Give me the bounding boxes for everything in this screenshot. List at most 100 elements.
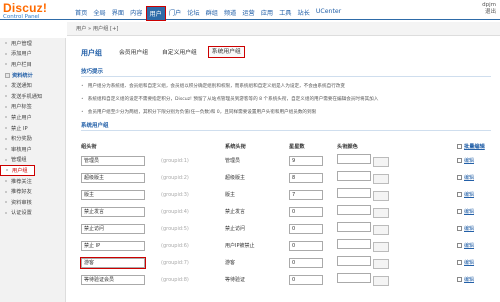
color-picker-button[interactable] — [373, 174, 389, 185]
top-nav-item[interactable]: 群组 — [203, 6, 221, 21]
title-color-input[interactable] — [337, 238, 371, 249]
stars-input[interactable]: 7 — [289, 189, 323, 200]
bullet-icon — [5, 116, 7, 119]
sidebar-item[interactable]: 添加用户 — [0, 49, 65, 60]
tab-system-groups[interactable]: 系统用户组 — [207, 46, 245, 58]
sidebar-item[interactable]: 管理组 — [0, 155, 65, 166]
col-spacer — [415, 140, 457, 152]
stars-input[interactable]: 8 — [289, 172, 323, 183]
row-checkbox[interactable] — [457, 192, 462, 197]
title-color-input[interactable] — [337, 170, 371, 181]
title-color-input[interactable] — [337, 255, 371, 266]
sidebar-item[interactable]: 用户栏目 — [0, 59, 65, 70]
color-picker-button[interactable] — [373, 191, 389, 202]
stars-input[interactable]: 0 — [289, 206, 323, 217]
batch-edit-checkbox[interactable] — [457, 143, 462, 149]
sidebar-item[interactable]: 推荐关注 — [0, 176, 65, 187]
sidebar-item[interactable]: 积分奖励 — [0, 133, 65, 144]
sidebar-item[interactable]: 发送手机通知 — [0, 91, 65, 102]
system-title: 用户IP被禁止 — [225, 243, 255, 249]
row-checkbox[interactable] — [457, 209, 462, 214]
edit-link[interactable]: 编辑 — [464, 158, 474, 164]
sidebar-item[interactable]: 禁止用户 — [0, 112, 65, 123]
group-title-input[interactable]: 超级版主 — [81, 172, 145, 183]
top-nav-item[interactable]: 界面 — [109, 6, 127, 21]
group-title-input[interactable]: 禁止发言 — [81, 206, 145, 217]
user-name[interactable]: dpjm — [482, 2, 496, 9]
stars-input[interactable]: 9 — [289, 155, 323, 166]
color-picker-button[interactable] — [373, 242, 389, 253]
edit-link[interactable]: 编辑 — [464, 192, 474, 198]
bullet-icon — [5, 148, 7, 151]
group-id: (groupid:8) — [161, 276, 189, 283]
group-title-input[interactable]: 等待验证会员 — [81, 274, 145, 285]
sidebar-item[interactable]: 资料审核 — [0, 197, 65, 208]
row-checkbox[interactable] — [457, 175, 462, 180]
color-picker-button[interactable] — [373, 225, 389, 236]
top-nav-item[interactable]: 用户 — [145, 6, 166, 21]
tab-custom-groups[interactable]: 自定义用户组 — [159, 48, 200, 58]
top-nav-item[interactable]: 内容 — [127, 6, 145, 21]
title-color-input[interactable] — [337, 272, 371, 283]
row-checkbox[interactable] — [457, 277, 462, 282]
bullet-icon — [5, 211, 7, 214]
batch-edit-link[interactable]: 批量编辑 — [464, 144, 485, 150]
group-title-input[interactable]: 禁止访问 — [81, 223, 145, 234]
sidebar-item-label: 用户管理 — [11, 40, 32, 47]
sidebar-item[interactable]: 推荐好友 — [0, 186, 65, 197]
row-checkbox[interactable] — [457, 260, 462, 265]
bullet-icon — [5, 158, 7, 161]
stars-input[interactable]: 0 — [289, 274, 323, 285]
group-title-input[interactable]: 管理员 — [81, 155, 145, 166]
title-color-input[interactable] — [337, 204, 371, 215]
sidebar-item[interactable]: 审核用户 — [0, 144, 65, 155]
sidebar-item[interactable]: 用户组 — [0, 165, 35, 176]
title-color-input[interactable] — [337, 153, 371, 164]
sidebar-item[interactable]: 认证设置 — [0, 208, 65, 219]
sidebar: 用户管理添加用户 用户栏目 资料统计 发送通知 发送手机通知用户标签 禁止用户 禁止 IP 积… — [0, 38, 66, 302]
top-nav-item[interactable]: 全局 — [90, 6, 108, 21]
title-color-input[interactable] — [337, 221, 371, 232]
group-title-input[interactable]: 版主 — [81, 189, 145, 200]
edit-link[interactable]: 编辑 — [464, 277, 474, 283]
row-checkbox[interactable] — [457, 226, 462, 231]
sidebar-item[interactable]: 发送通知 — [0, 80, 65, 91]
edit-link[interactable]: 编辑 — [464, 243, 474, 249]
edit-link[interactable]: 编辑 — [464, 260, 474, 266]
title-color-input[interactable] — [337, 187, 371, 198]
bullet-icon — [5, 63, 7, 66]
top-nav-item[interactable]: 首页 — [72, 6, 90, 21]
edit-link[interactable]: 编辑 — [464, 226, 474, 232]
tab-member-groups[interactable]: 会员用户组 — [116, 48, 151, 58]
row-checkbox[interactable] — [457, 243, 462, 248]
user-area: dpjm 退出 — [482, 2, 496, 16]
color-picker-button[interactable] — [373, 276, 389, 287]
sidebar-item-label: 用户标签 — [11, 104, 32, 111]
stars-input[interactable]: 0 — [289, 223, 323, 234]
sidebar-item[interactable]: 资料统计 — [0, 70, 65, 81]
group-title-input[interactable]: 禁止 IP — [81, 240, 145, 251]
row-checkbox[interactable] — [457, 158, 462, 163]
edit-link[interactable]: 编辑 — [464, 175, 474, 181]
stars-input[interactable]: 0 — [289, 257, 323, 268]
edit-link[interactable]: 编辑 — [464, 209, 474, 215]
top-nav-item[interactable]: UCenter — [313, 6, 344, 21]
sidebar-item[interactable]: 用户管理 — [0, 38, 65, 49]
sidebar-item-label: 审核用户 — [11, 146, 32, 153]
top-nav-item[interactable]: 工具 — [276, 6, 294, 21]
color-picker-button[interactable] — [373, 208, 389, 219]
system-title: 版主 — [225, 192, 236, 198]
top-nav-item[interactable]: 频道 — [221, 6, 239, 21]
sidebar-item[interactable]: 用户标签 — [0, 102, 65, 113]
sidebar-item[interactable]: 禁止 IP — [0, 123, 65, 134]
stars-input[interactable]: 0 — [289, 240, 323, 251]
top-nav-item[interactable]: 应用 — [258, 6, 276, 21]
logout-link[interactable]: 退出 — [482, 9, 496, 16]
top-nav-item[interactable]: 论坛 — [184, 6, 202, 21]
top-nav-item[interactable]: 站长 — [295, 6, 313, 21]
top-nav-item[interactable]: 运营 — [239, 6, 257, 21]
color-picker-button[interactable] — [373, 259, 389, 270]
group-title-input[interactable]: 游客 — [80, 256, 146, 269]
top-nav-item[interactable]: 门户 — [166, 6, 184, 21]
color-picker-button[interactable] — [373, 157, 389, 168]
